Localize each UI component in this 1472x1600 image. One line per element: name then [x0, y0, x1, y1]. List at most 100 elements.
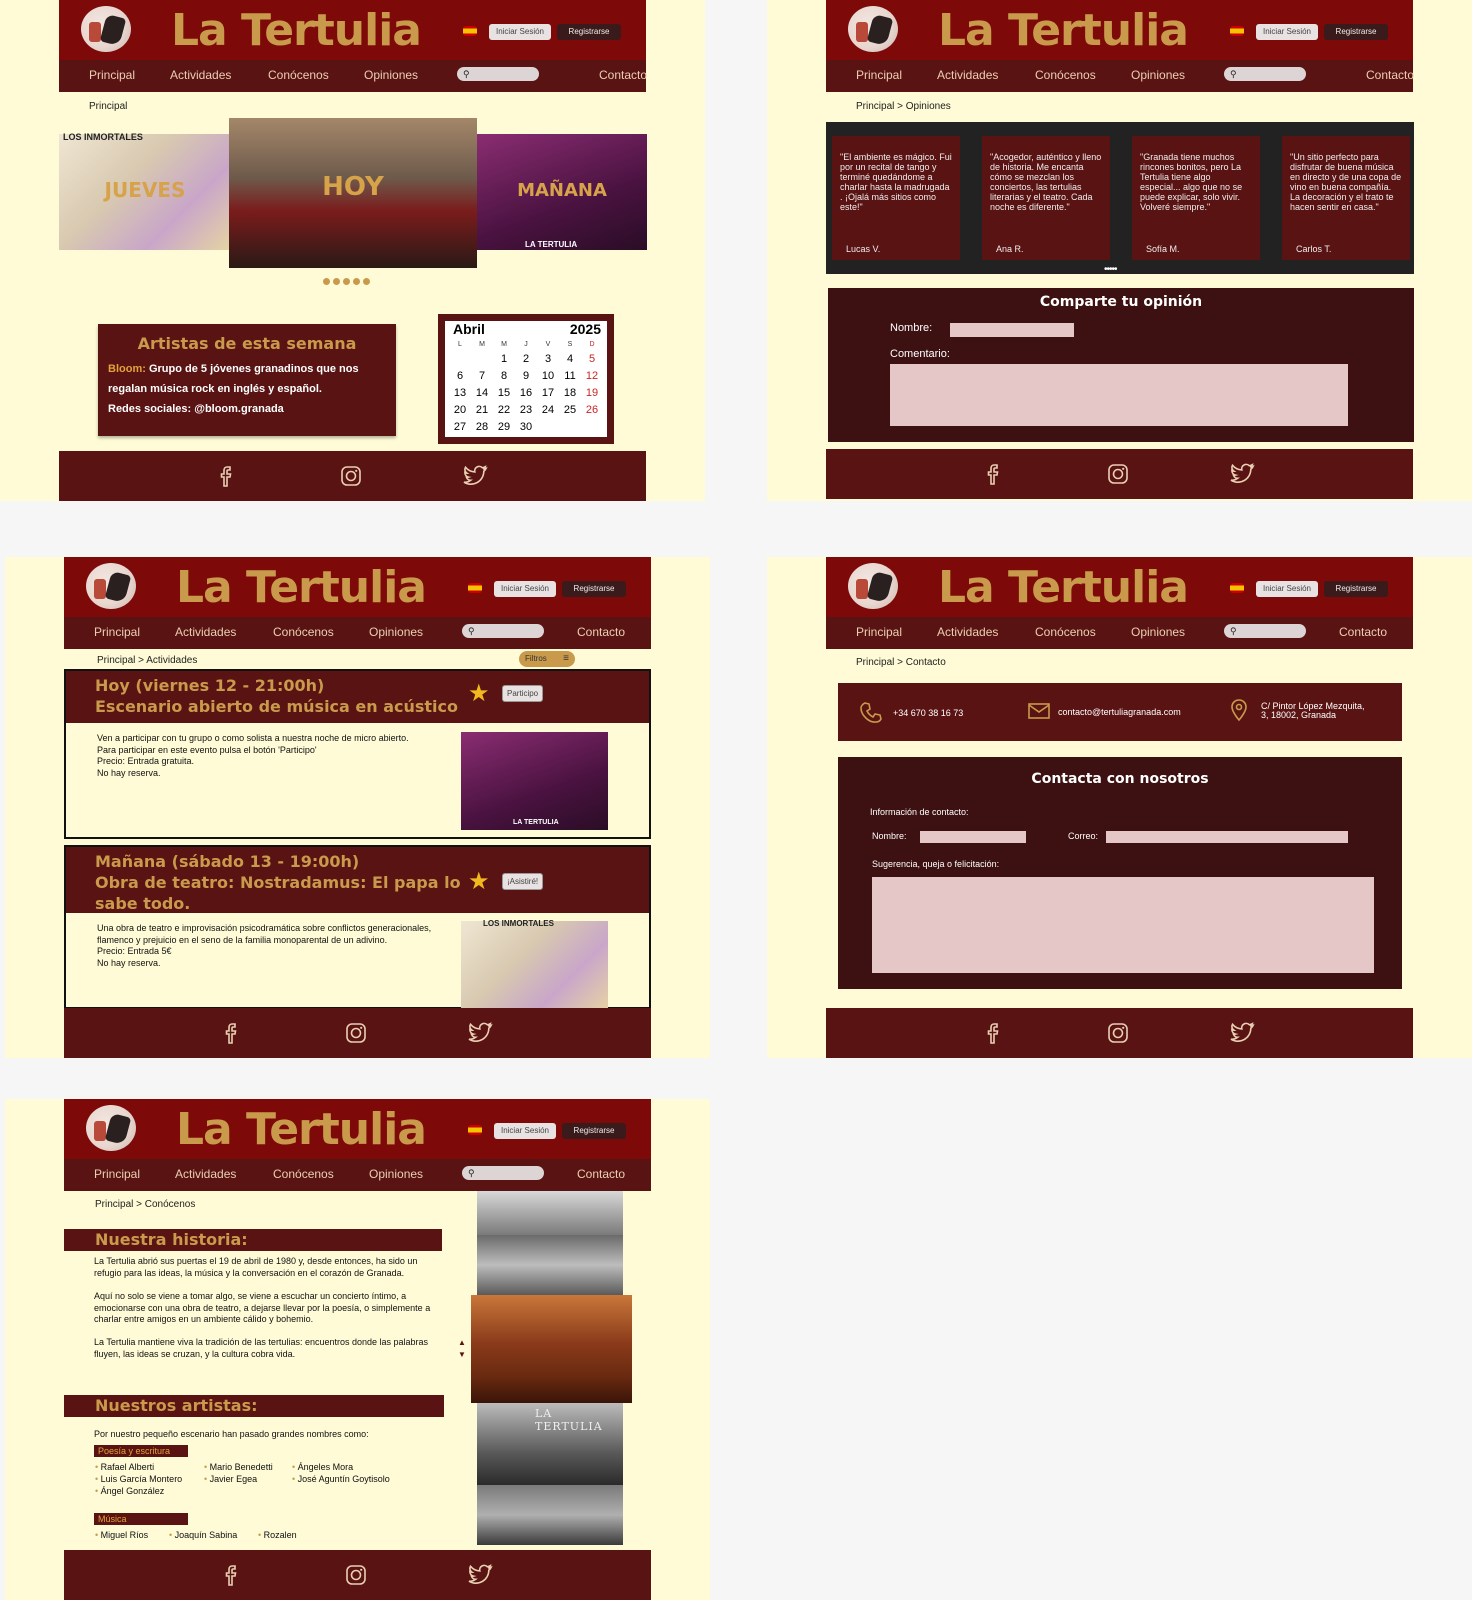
email-text[interactable]: contacto@tertuliagranada.com: [1058, 707, 1181, 717]
calendar-day[interactable]: 26: [581, 404, 603, 419]
nav-opiniones[interactable]: Opiniones: [1131, 625, 1185, 639]
nav-opiniones[interactable]: Opiniones: [369, 1167, 423, 1181]
facebook-icon[interactable]: [984, 1022, 1002, 1044]
nav-principal[interactable]: Principal: [89, 68, 135, 82]
calendar-day[interactable]: 23: [515, 404, 537, 419]
twitter-icon[interactable]: [1229, 1022, 1255, 1044]
login-button[interactable]: Iniciar Sesión: [1256, 24, 1318, 40]
email-field[interactable]: [1106, 831, 1348, 843]
calendar-day[interactable]: 29: [493, 421, 515, 436]
instagram-icon[interactable]: [345, 1022, 367, 1044]
facebook-icon[interactable]: [222, 1564, 240, 1586]
calendar-day[interactable]: 19: [581, 387, 603, 402]
opinions-carousel[interactable]: "El ambiente es mágico. Fui por un recit…: [826, 122, 1414, 275]
calendar-day[interactable]: 30: [515, 421, 537, 436]
calendar-day[interactable]: 27: [449, 421, 471, 436]
search-input[interactable]: ⚲: [1224, 67, 1306, 81]
nav-opiniones[interactable]: Opiniones: [369, 625, 423, 639]
slide-today[interactable]: HOY: [229, 118, 477, 268]
gallery-image[interactable]: LA TERTULIA: [477, 1403, 623, 1485]
carousel-dots[interactable]: [323, 272, 373, 290]
nav-principal[interactable]: Principal: [856, 625, 902, 639]
login-button[interactable]: Iniciar Sesión: [489, 24, 551, 40]
twitter-icon[interactable]: [462, 465, 488, 487]
gallery-image[interactable]: [477, 1485, 623, 1545]
nav-conocenos[interactable]: Conócenos: [1035, 68, 1096, 82]
twitter-icon[interactable]: [467, 1564, 493, 1586]
instagram-icon[interactable]: [345, 1564, 367, 1586]
twitter-icon[interactable]: [1229, 463, 1255, 485]
calendar-day[interactable]: 2: [515, 353, 537, 368]
nav-opiniones[interactable]: Opiniones: [364, 68, 418, 82]
attend-button[interactable]: ¡Asistiré!: [502, 873, 544, 890]
calendar-day[interactable]: 3: [537, 353, 559, 368]
facebook-icon[interactable]: [217, 465, 235, 487]
nav-principal[interactable]: Principal: [856, 68, 902, 82]
calendar-day[interactable]: 9: [515, 370, 537, 385]
nav-conocenos[interactable]: Conócenos: [273, 1167, 334, 1181]
calendar-grid[interactable]: L M M J V S D 1 2 3 4 5 6 7 8 9 10 11 12 13 14 15 16 17 18 19 20 21…: [449, 341, 603, 436]
participate-button[interactable]: Participo: [502, 685, 544, 702]
logo[interactable]: [848, 563, 898, 609]
name-field[interactable]: [950, 323, 1074, 337]
slide-thursday[interactable]: LOS INMORTALES JUEVES: [59, 132, 231, 250]
register-button[interactable]: Registrarse: [1324, 24, 1388, 40]
logo[interactable]: [81, 6, 131, 52]
nav-opiniones[interactable]: Opiniones: [1131, 68, 1185, 82]
calendar-day[interactable]: 18: [559, 387, 581, 402]
register-button[interactable]: Registrarse: [1324, 581, 1388, 597]
calendar-day[interactable]: 14: [471, 387, 493, 402]
slide-tomorrow[interactable]: MAÑANA LA TERTULIA: [477, 134, 647, 250]
logo[interactable]: [848, 6, 898, 52]
calendar-day[interactable]: 6: [449, 370, 471, 385]
register-button[interactable]: Registrarse: [562, 581, 626, 597]
calendar-day[interactable]: 25: [559, 404, 581, 419]
register-button[interactable]: Registrarse: [562, 1123, 626, 1139]
star-icon[interactable]: ★: [468, 679, 490, 708]
phone-text[interactable]: +34 670 38 16 73: [893, 708, 963, 718]
calendar-day[interactable]: 7: [471, 370, 493, 385]
search-input[interactable]: ⚲: [457, 67, 539, 81]
calendar-day[interactable]: 22: [493, 404, 515, 419]
calendar-day[interactable]: 4: [559, 353, 581, 368]
calendar-day[interactable]: 10: [537, 370, 559, 385]
nav-conocenos[interactable]: Conócenos: [1035, 625, 1096, 639]
gallery-image-featured[interactable]: [471, 1295, 632, 1403]
nav-actividades[interactable]: Actividades: [937, 68, 998, 82]
scroll-arrows-icon[interactable]: ▲ ▼: [458, 1337, 466, 1361]
calendar-day[interactable]: 21: [471, 404, 493, 419]
calendar-day[interactable]: 8: [493, 370, 515, 385]
calendar-day[interactable]: 13: [449, 387, 471, 402]
nav-contacto[interactable]: Contacto: [599, 68, 647, 82]
nav-principal[interactable]: Principal: [94, 625, 140, 639]
login-button[interactable]: Iniciar Sesión: [494, 1123, 556, 1139]
calendar-day[interactable]: 20: [449, 404, 471, 419]
nav-contacto[interactable]: Contacto: [1339, 625, 1387, 639]
calendar-day[interactable]: 24: [537, 404, 559, 419]
spain-flag-icon[interactable]: [468, 1125, 482, 1135]
logo[interactable]: [86, 1105, 136, 1151]
star-icon[interactable]: ★: [468, 867, 490, 896]
name-field[interactable]: [920, 831, 1026, 843]
instagram-icon[interactable]: [1107, 1022, 1129, 1044]
search-input[interactable]: ⚲: [1224, 624, 1306, 638]
nav-conocenos[interactable]: Conócenos: [273, 625, 334, 639]
instagram-icon[interactable]: [340, 465, 362, 487]
spain-flag-icon[interactable]: [1230, 26, 1244, 36]
spain-flag-icon[interactable]: [1230, 583, 1244, 593]
calendar-day[interactable]: 15: [493, 387, 515, 402]
facebook-icon[interactable]: [222, 1022, 240, 1044]
nav-conocenos[interactable]: Conócenos: [268, 68, 329, 82]
search-input[interactable]: ⚲: [462, 1166, 544, 1180]
nav-actividades[interactable]: Actividades: [170, 68, 231, 82]
logo[interactable]: [86, 563, 136, 609]
message-field[interactable]: [872, 877, 1374, 973]
calendar-day[interactable]: 1: [493, 353, 515, 368]
nav-principal[interactable]: Principal: [94, 1167, 140, 1181]
calendar-day[interactable]: 28: [471, 421, 493, 436]
filters-button[interactable]: Filtros ≡: [519, 651, 575, 667]
login-button[interactable]: Iniciar Sesión: [494, 581, 556, 597]
spain-flag-icon[interactable]: [463, 26, 477, 36]
register-button[interactable]: Registrarse: [557, 24, 621, 40]
login-button[interactable]: Iniciar Sesión: [1256, 581, 1318, 597]
